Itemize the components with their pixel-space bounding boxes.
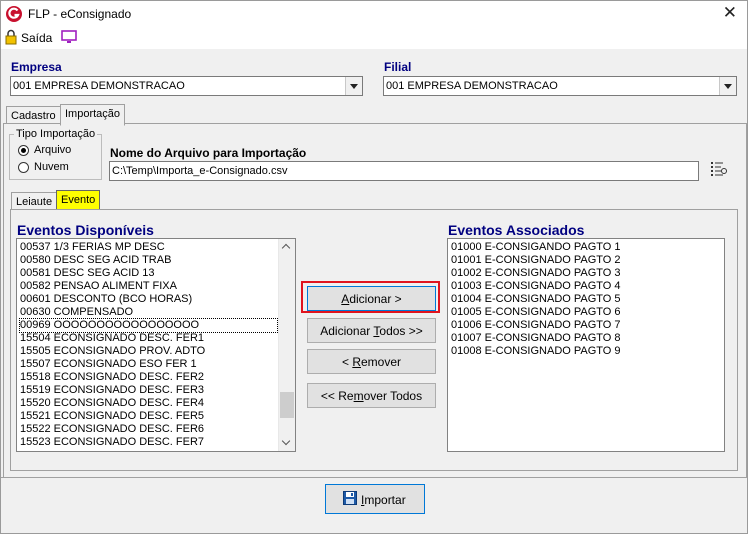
scroll-thumb[interactable] xyxy=(280,392,294,418)
list-item[interactable]: 15521 ECONSIGNADO DESC. FER5 xyxy=(20,410,204,423)
list-item[interactable]: 15507 ECONSIGNADO ESO FER 1 xyxy=(20,358,197,371)
file-browse-icon[interactable] xyxy=(710,161,728,179)
tipo-importacao-group xyxy=(9,134,102,180)
eventos-associados-title: Eventos Associados xyxy=(448,222,585,238)
list-item[interactable]: 00581 DESC SEG ACID 13 xyxy=(20,267,155,280)
radio-nuvem[interactable] xyxy=(18,162,29,173)
list-item[interactable]: 01001 E-CONSIGNADO PAGTO 2 xyxy=(451,254,621,267)
empresa-label: Empresa xyxy=(11,60,62,74)
list-item[interactable]: 15518 ECONSIGNADO DESC. FER2 xyxy=(20,371,204,384)
chevron-down-icon[interactable] xyxy=(345,77,362,95)
list-item[interactable]: 01006 E-CONSIGNADO PAGTO 7 xyxy=(451,319,621,332)
toolbar: Saída xyxy=(1,27,747,49)
importar-button[interactable]: Importar xyxy=(325,484,425,514)
filial-select[interactable]: 001 EMPRESA DEMONSTRACAO xyxy=(383,76,737,96)
list-item[interactable]: 01005 E-CONSIGNADO PAGTO 6 xyxy=(451,306,621,319)
tipo-importacao-legend: Tipo Importação xyxy=(14,128,98,140)
app-window: FLP - eConsignado ✕ Saída Empresa 001 EM… xyxy=(0,0,748,534)
eventos-disponiveis-list[interactable]: 00537 1/3 FERIAS MP DESC 00580 DESC SEG A… xyxy=(16,238,296,452)
list-item[interactable]: 15523 ECONSIGNADO DESC. FER7 xyxy=(20,436,204,449)
empresa-select[interactable]: 001 EMPRESA DEMONSTRACAO xyxy=(10,76,363,96)
list-item[interactable]: 01007 E-CONSIGNADO PAGTO 8 xyxy=(451,332,621,345)
tab-leiaute[interactable]: Leiaute xyxy=(11,192,58,210)
list-item[interactable]: 15505 ECONSIGNADO PROV. ADTO xyxy=(20,345,205,358)
list-item[interactable]: 01002 E-CONSIGNADO PAGTO 3 xyxy=(451,267,621,280)
filial-label: Filial xyxy=(384,60,412,74)
floppy-disk-icon xyxy=(343,491,357,505)
radio-nuvem-label[interactable]: Nuvem xyxy=(34,161,69,173)
lock-icon[interactable] xyxy=(5,29,17,45)
filial-value: 001 EMPRESA DEMONSTRACAO xyxy=(386,80,558,92)
remover-button[interactable]: < Remover xyxy=(307,349,436,374)
list-item[interactable]: 15522 ECONSIGNADO DESC. FER6 xyxy=(20,423,204,436)
list-item[interactable]: 01003 E-CONSIGNADO PAGTO 4 xyxy=(451,280,621,293)
divider xyxy=(1,477,747,478)
list-item[interactable]: 01008 E-CONSIGNADO PAGTO 9 xyxy=(451,345,621,358)
chevron-down-icon[interactable] xyxy=(719,77,736,95)
adicionar-button[interactable]: Adicionar > xyxy=(307,286,436,311)
tab-importacao[interactable]: Importação xyxy=(60,104,126,126)
list-item[interactable]: 15504 ECONSIGNADO DESC. FER1 xyxy=(20,332,204,345)
list-item[interactable]: 01000 E-CONSIGANDO PAGTO 1 xyxy=(451,241,621,254)
list-item[interactable]: 01004 E-CONSIGNADO PAGTO 5 xyxy=(451,293,621,306)
tab-cadastro[interactable]: Cadastro xyxy=(6,106,61,124)
list-item[interactable]: 15519 ECONSIGNADO DESC. FER3 xyxy=(20,384,204,397)
tab-evento[interactable]: Evento xyxy=(56,190,101,210)
list-item[interactable]: 00601 DESCONTO (BCO HORAS) xyxy=(20,293,192,306)
radio-arquivo-label[interactable]: Arquivo xyxy=(34,144,71,156)
empresa-value: 001 EMPRESA DEMONSTRACAO xyxy=(13,80,185,92)
eventos-disponiveis-title: Eventos Disponíveis xyxy=(17,222,154,238)
list-item[interactable]: 00969 OOOOOOOOOOOOOOOOO xyxy=(19,318,278,333)
list-item[interactable]: 00582 PENSAO ALIMENT FIXA xyxy=(20,280,177,293)
adicionar-todos-button[interactable]: Adicionar Todos >> xyxy=(307,318,436,343)
window-title: FLP - eConsignado xyxy=(28,7,132,21)
list-item[interactable]: 00537 1/3 FERIAS MP DESC xyxy=(20,241,165,254)
eventos-disponiveis-scrollbar[interactable] xyxy=(278,239,295,451)
scroll-up-icon[interactable] xyxy=(279,239,295,255)
list-item[interactable]: 00580 DESC SEG ACID TRAB xyxy=(20,254,171,267)
app-logo-icon xyxy=(6,6,22,22)
title-bar: FLP - eConsignado ✕ xyxy=(1,1,747,27)
arquivo-label: Nome do Arquivo para Importação xyxy=(110,146,307,160)
remover-todos-button[interactable]: << Remover Todos xyxy=(307,383,436,408)
arquivo-value: C:\Temp\Importa_e-Consignado.csv xyxy=(112,165,288,177)
list-item[interactable]: 00630 COMPENSADO xyxy=(20,306,133,319)
list-item[interactable]: 15520 ECONSIGNADO DESC. FER4 xyxy=(20,397,204,410)
eventos-associados-list[interactable]: 01000 E-CONSIGANDO PAGTO 1 01001 E-CONSIG… xyxy=(447,238,725,452)
radio-arquivo[interactable] xyxy=(18,145,29,156)
monitor-icon[interactable] xyxy=(61,30,77,44)
scroll-down-icon[interactable] xyxy=(279,435,295,451)
saida-button[interactable]: Saída xyxy=(21,31,52,45)
arquivo-input[interactable]: C:\Temp\Importa_e-Consignado.csv xyxy=(109,161,699,181)
close-icon[interactable]: ✕ xyxy=(723,4,737,22)
